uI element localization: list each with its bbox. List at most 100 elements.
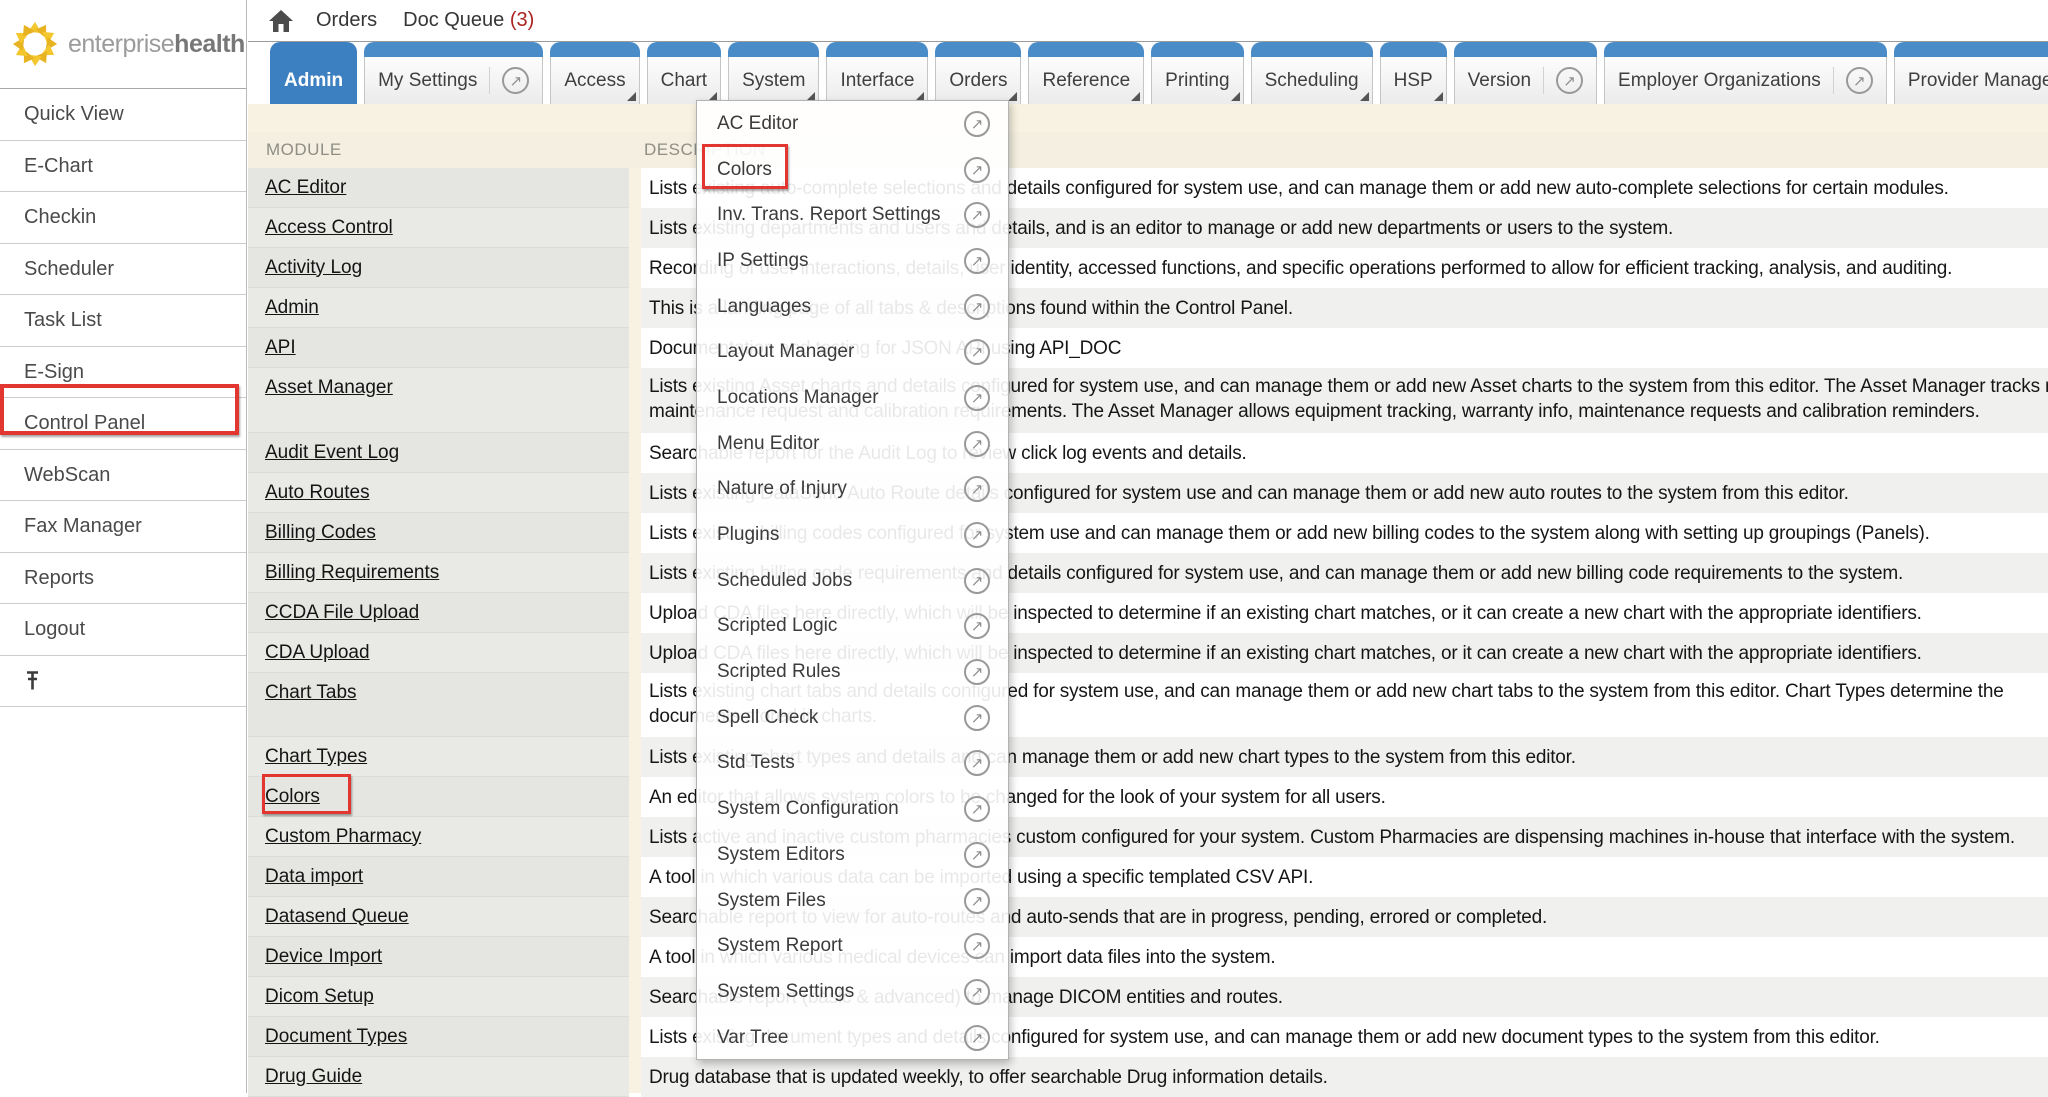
- external-link-icon[interactable]: ↗: [964, 705, 990, 731]
- tab-system[interactable]: System: [728, 42, 819, 104]
- module-link-billing-codes[interactable]: Billing Codes: [265, 522, 376, 544]
- external-link-icon[interactable]: ↗: [964, 888, 990, 914]
- tab-reference[interactable]: Reference: [1028, 42, 1144, 104]
- module-link-colors[interactable]: Colors: [265, 786, 320, 808]
- module-link-document-types[interactable]: Document Types: [265, 1026, 407, 1048]
- external-link-icon[interactable]: ↗: [964, 568, 990, 594]
- menu-item-label: Layout Manager: [717, 341, 854, 363]
- external-link-icon[interactable]: ↗: [964, 933, 990, 959]
- external-link-icon[interactable]: ↗: [964, 796, 990, 822]
- module-link-chart-types[interactable]: Chart Types: [265, 746, 367, 768]
- module-link-drug-guide[interactable]: Drug Guide: [265, 1066, 362, 1088]
- external-link-icon[interactable]: ↗: [964, 750, 990, 776]
- menu-item-plugins[interactable]: Plugins↗: [697, 512, 1008, 558]
- sidebar-item-checkin[interactable]: Checkin: [0, 192, 246, 244]
- menu-item-scripted-rules[interactable]: Scripted Rules↗: [697, 649, 1008, 695]
- menu-item-colors[interactable]: Colors↗: [697, 147, 1008, 193]
- menu-item-system-editors[interactable]: System Editors↗: [697, 832, 1008, 878]
- external-link-icon[interactable]: ↗: [1846, 67, 1873, 94]
- external-link-icon[interactable]: ↗: [964, 339, 990, 365]
- module-link-access-control[interactable]: Access Control: [265, 217, 393, 239]
- module-link-datasend-queue[interactable]: Datasend Queue: [265, 906, 409, 928]
- tab-printing[interactable]: Printing: [1151, 42, 1243, 104]
- tab-provider-management[interactable]: Provider Management↗: [1894, 42, 2048, 104]
- sidebar-item-e-chart[interactable]: E-Chart: [0, 141, 246, 193]
- menu-item-languages[interactable]: Languages↗: [697, 284, 1008, 330]
- menu-item-layout-manager[interactable]: Layout Manager ↗: [697, 329, 1008, 375]
- sidebar-item-label: Quick View: [24, 103, 124, 125]
- tab-my-settings[interactable]: My Settings↗: [364, 42, 543, 104]
- tab-scheduling[interactable]: Scheduling: [1251, 42, 1373, 104]
- menu-item-locations-manager[interactable]: Locations Manager↗: [697, 375, 1008, 421]
- menu-item-system-report[interactable]: System Report↗: [697, 923, 1008, 969]
- sidebar-item-e-sign[interactable]: E-Sign: [0, 347, 246, 399]
- menu-item-ip-settings[interactable]: IP Settings↗: [697, 238, 1008, 284]
- module-link-audit-event-log[interactable]: Audit Event Log: [265, 442, 399, 464]
- module-link-billing-requirements[interactable]: Billing Requirements: [265, 562, 439, 584]
- external-link-icon[interactable]: ↗: [1556, 67, 1583, 94]
- tab-top-strip: [1894, 42, 2048, 57]
- module-link-auto-routes[interactable]: Auto Routes: [265, 482, 370, 504]
- module-link-dicom-setup[interactable]: Dicom Setup: [265, 986, 374, 1008]
- tab-hsp[interactable]: HSP: [1380, 42, 1447, 104]
- module-link-asset-manager[interactable]: Asset Manager: [265, 377, 393, 399]
- module-link-admin[interactable]: Admin: [265, 297, 319, 319]
- external-link-icon[interactable]: ↗: [964, 248, 990, 274]
- menu-item-std-tests[interactable]: Std Tests↗: [697, 741, 1008, 787]
- external-link-icon[interactable]: ↗: [964, 294, 990, 320]
- sidebar-item-scheduler[interactable]: Scheduler: [0, 244, 246, 296]
- module-link-ccda-file-upload[interactable]: CCDA File Upload: [265, 602, 419, 624]
- breadcrumb-doc-queue[interactable]: Doc Queue (3): [403, 9, 534, 32]
- external-link-icon[interactable]: ↗: [964, 385, 990, 411]
- tab-employer-organizations[interactable]: Employer Organizations↗: [1604, 42, 1887, 104]
- module-link-ac-editor[interactable]: AC Editor: [265, 177, 346, 199]
- menu-item-ac-editor[interactable]: AC Editor↗: [697, 101, 1008, 147]
- external-link-icon[interactable]: ↗: [964, 202, 990, 228]
- sidebar-item-pin[interactable]: [0, 656, 246, 708]
- module-link-chart-tabs[interactable]: Chart Tabs: [265, 682, 357, 704]
- module-link-cda-upload[interactable]: CDA Upload: [265, 642, 370, 664]
- module-link-api[interactable]: API: [265, 337, 296, 359]
- module-link-activity-log[interactable]: Activity Log: [265, 257, 362, 279]
- menu-item-menu-editor[interactable]: Menu Editor↗: [697, 421, 1008, 467]
- sidebar-item-webscan[interactable]: WebScan: [0, 450, 246, 502]
- external-link-icon[interactable]: ↗: [502, 67, 529, 94]
- menu-item-spell-check[interactable]: Spell Check↗: [697, 695, 1008, 741]
- external-link-icon[interactable]: ↗: [964, 979, 990, 1005]
- tab-version[interactable]: Version↗: [1454, 42, 1597, 104]
- tab-orders[interactable]: Orders: [935, 42, 1021, 104]
- module-link-data-import[interactable]: Data import: [265, 866, 363, 888]
- menu-item-system-settings[interactable]: System Settings↗: [697, 969, 1008, 1015]
- breadcrumb-orders[interactable]: Orders: [316, 9, 377, 32]
- external-link-icon[interactable]: ↗: [964, 842, 990, 868]
- menu-item-system-configuration[interactable]: System Configuration↗: [697, 786, 1008, 832]
- external-link-icon[interactable]: ↗: [964, 476, 990, 502]
- module-link-custom-pharmacy[interactable]: Custom Pharmacy: [265, 826, 421, 848]
- sidebar-item-logout[interactable]: Logout: [0, 604, 246, 656]
- tab-admin[interactable]: Admin: [270, 42, 357, 104]
- menu-item-var-tree[interactable]: Var Tree↗: [697, 1015, 1008, 1061]
- tab-access[interactable]: Access: [550, 42, 639, 104]
- sidebar-item-reports[interactable]: Reports: [0, 553, 246, 605]
- home-icon[interactable]: [268, 9, 294, 33]
- menu-item-scripted-logic[interactable]: Scripted Logic↗: [697, 604, 1008, 650]
- external-link-icon[interactable]: ↗: [964, 157, 990, 183]
- external-link-icon[interactable]: ↗: [964, 431, 990, 457]
- sidebar-item-quick-view[interactable]: Quick View: [0, 89, 246, 141]
- external-link-icon[interactable]: ↗: [964, 613, 990, 639]
- external-link-icon[interactable]: ↗: [964, 111, 990, 137]
- external-link-icon[interactable]: ↗: [964, 522, 990, 548]
- tab-label: Access: [564, 70, 625, 92]
- menu-item-system-files[interactable]: System Files↗: [697, 878, 1008, 924]
- menu-item-nature-of-injury[interactable]: Nature of Injury↗: [697, 467, 1008, 513]
- sidebar-item-task-list[interactable]: Task List: [0, 295, 246, 347]
- external-link-icon[interactable]: ↗: [964, 1025, 990, 1051]
- sidebar-item-fax-manager[interactable]: Fax Manager: [0, 501, 246, 553]
- external-link-icon[interactable]: ↗: [964, 659, 990, 685]
- menu-item-inv-trans-report-settings[interactable]: Inv. Trans. Report Settings↗: [697, 192, 1008, 238]
- sidebar-item-control-panel[interactable]: Control Panel: [0, 398, 246, 450]
- menu-item-scheduled-jobs[interactable]: Scheduled Jobs↗: [697, 558, 1008, 604]
- module-link-device-import[interactable]: Device Import: [265, 946, 382, 968]
- tab-chart[interactable]: Chart: [647, 42, 721, 104]
- tab-interface[interactable]: Interface: [826, 42, 928, 104]
